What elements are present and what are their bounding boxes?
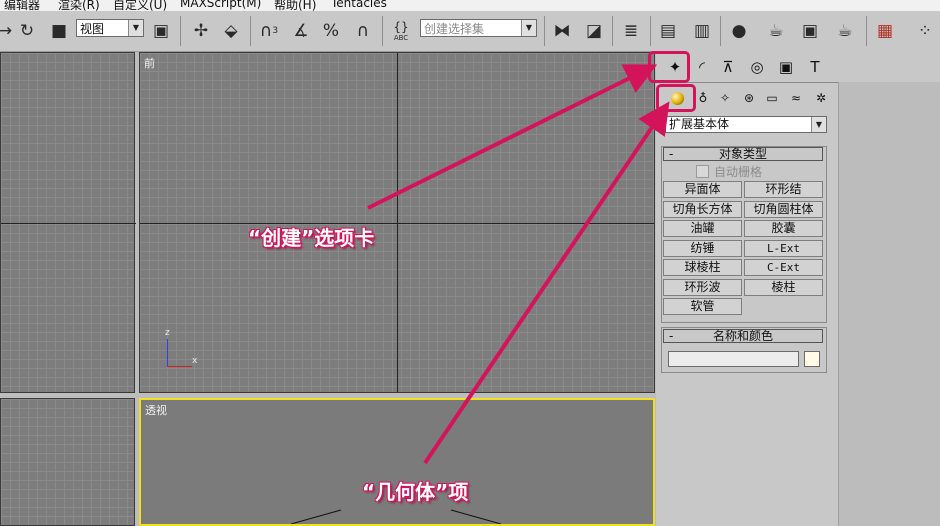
annotation-create-tab: “创建”选项卡 [248,226,375,250]
annotation-arrows [367,64,670,465]
create-tab-highlight [648,51,690,83]
geometry-subtab-highlight [656,84,696,112]
annotation-geometry: “几何体”项 [362,480,469,504]
